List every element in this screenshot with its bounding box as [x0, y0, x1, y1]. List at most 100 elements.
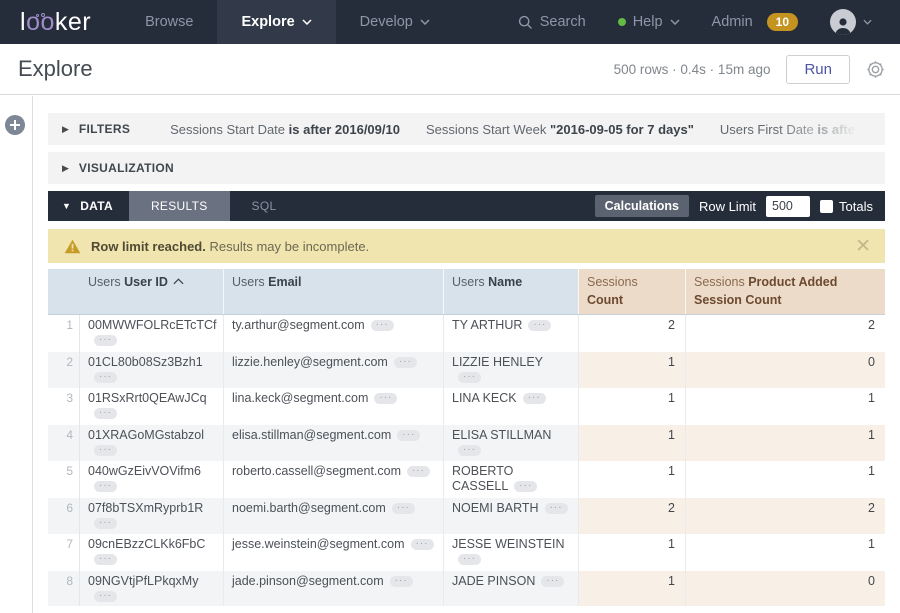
cell-name[interactable]: ELISA STILLMAN···: [443, 425, 578, 462]
nav-item-browse[interactable]: Browse: [121, 0, 217, 44]
chevron-down-icon: [863, 19, 872, 25]
cell-count[interactable]: 1: [578, 571, 685, 607]
cell-count[interactable]: 1: [578, 425, 685, 462]
cell-name[interactable]: LINA KECK···: [443, 388, 578, 425]
nav-search[interactable]: Search: [504, 14, 600, 30]
cell-menu-icon[interactable]: ···: [94, 445, 117, 456]
cell-count[interactable]: 1: [578, 352, 685, 389]
run-button[interactable]: Run: [786, 55, 850, 84]
cell-menu-icon[interactable]: ···: [94, 591, 117, 602]
cell-menu-icon[interactable]: ···: [374, 393, 397, 404]
column-name: Email: [268, 275, 301, 289]
cell-product-added[interactable]: 2: [685, 315, 885, 352]
table-row: 7 09cnEBzzCLKk6FbC··· jesse.weinstein@se…: [48, 534, 885, 571]
cell-product-added[interactable]: 1: [685, 461, 885, 498]
cell-menu-icon[interactable]: ···: [545, 503, 568, 514]
cell-menu-icon[interactable]: ···: [394, 357, 417, 368]
cell-count[interactable]: 2: [578, 498, 685, 535]
cell-count[interactable]: 1: [578, 388, 685, 425]
cell-user-id[interactable]: 09cnEBzzCLKk6FbC···: [80, 534, 223, 571]
cell-name[interactable]: JESSE WEINSTEIN···: [443, 534, 578, 571]
cell-product-added[interactable]: 1: [685, 534, 885, 571]
column-header-count[interactable]: Sessions Count: [578, 269, 685, 314]
cell-menu-icon[interactable]: ···: [94, 554, 117, 565]
gear-icon[interactable]: [866, 60, 885, 79]
cell-product-added[interactable]: 1: [685, 425, 885, 462]
cell-name[interactable]: ROBERTO CASSELL···: [443, 461, 578, 498]
cell-name[interactable]: TY ARTHUR···: [443, 315, 578, 352]
cell-count[interactable]: 2: [578, 315, 685, 352]
cell-user-id[interactable]: 07f8bTSXmRyprb1R···: [80, 498, 223, 535]
cell-menu-icon[interactable]: ···: [397, 430, 420, 441]
cell-menu-icon[interactable]: ···: [94, 408, 117, 419]
data-section-toggle[interactable]: ▼ DATA: [48, 191, 129, 221]
cell-menu-icon[interactable]: ···: [411, 539, 434, 550]
filter-item[interactable]: Sessions Start Date is after 2016/09/10: [170, 122, 400, 137]
cell-user-id[interactable]: 01RSxRrt0QEAwJCq···: [80, 388, 223, 425]
nav-admin[interactable]: Admin 10: [698, 13, 812, 31]
nav-help[interactable]: Help: [604, 14, 694, 30]
column-header-email[interactable]: Users Email: [223, 269, 443, 314]
cell-email[interactable]: lina.keck@segment.com···: [223, 388, 443, 425]
cell-menu-icon[interactable]: ···: [94, 481, 117, 492]
cell-user-id[interactable]: 00MWWFOLRcETcTCf···: [80, 315, 223, 352]
column-group: Users: [452, 275, 485, 289]
cell-menu-icon[interactable]: ···: [514, 481, 537, 492]
row-number: 2: [48, 352, 80, 389]
cell-product-added[interactable]: 0: [685, 352, 885, 389]
nav-account-menu[interactable]: [816, 9, 886, 35]
cell-count[interactable]: 1: [578, 534, 685, 571]
cell-menu-icon[interactable]: ···: [371, 320, 394, 331]
collapse-arrow-icon: ▶: [62, 124, 69, 135]
add-panel-button[interactable]: [5, 115, 25, 135]
row-limit-input[interactable]: [766, 196, 810, 217]
cell-user-id[interactable]: 040wGzEivVOVifm6···: [80, 461, 223, 498]
cell-menu-icon[interactable]: ···: [458, 445, 481, 456]
visualization-section-bar[interactable]: ▶ VISUALIZATION: [48, 152, 885, 184]
totals-checkbox[interactable]: [820, 200, 833, 213]
cell-menu-icon[interactable]: ···: [541, 576, 564, 587]
cell-product-added[interactable]: 0: [685, 571, 885, 607]
cell-email[interactable]: noemi.barth@segment.com···: [223, 498, 443, 535]
column-header-user-id[interactable]: Users User ID: [80, 269, 223, 314]
nav-label-browse: Browse: [145, 14, 193, 30]
cell-email[interactable]: jade.pinson@segment.com···: [223, 571, 443, 607]
calculations-button[interactable]: Calculations: [595, 195, 689, 217]
cell-name[interactable]: JADE PINSON···: [443, 571, 578, 607]
cell-email[interactable]: lizzie.henley@segment.com···: [223, 352, 443, 389]
cell-product-added[interactable]: 1: [685, 388, 885, 425]
close-icon[interactable]: ✕: [855, 237, 871, 256]
looker-logo[interactable]: looker: [0, 0, 121, 44]
cell-menu-icon[interactable]: ···: [94, 372, 117, 383]
cell-menu-icon[interactable]: ···: [523, 393, 546, 404]
cell-user-id[interactable]: 01CL80b08Sz3Bzh1···: [80, 352, 223, 389]
column-header-name[interactable]: Users Name: [443, 269, 578, 314]
cell-menu-icon[interactable]: ···: [94, 335, 117, 346]
cell-count[interactable]: 1: [578, 461, 685, 498]
cell-menu-icon[interactable]: ···: [528, 320, 551, 331]
cell-name[interactable]: LIZZIE HENLEY···: [443, 352, 578, 389]
nav-item-explore[interactable]: Explore: [217, 0, 335, 44]
filter-item[interactable]: Sessions Start Week "2016-09-05 for 7 da…: [426, 122, 694, 137]
cell-user-id[interactable]: 01XRAGoMGstabzol···: [80, 425, 223, 462]
cell-email[interactable]: ty.arthur@segment.com···: [223, 315, 443, 352]
cell-email[interactable]: elisa.stillman@segment.com···: [223, 425, 443, 462]
tab-results[interactable]: RESULTS: [129, 191, 230, 221]
cell-menu-icon[interactable]: ···: [407, 466, 430, 477]
cell-email[interactable]: jesse.weinstein@segment.com···: [223, 534, 443, 571]
cell-menu-icon[interactable]: ···: [390, 576, 413, 587]
page-title: Explore: [18, 56, 93, 82]
nav-item-develop[interactable]: Develop: [336, 0, 454, 44]
cell-menu-icon[interactable]: ···: [94, 518, 117, 529]
cell-email[interactable]: roberto.cassell@segment.com···: [223, 461, 443, 498]
filters-section-bar[interactable]: ▶ FILTERS Sessions Start Date is after 2…: [48, 113, 885, 145]
cell-name[interactable]: NOEMI BARTH···: [443, 498, 578, 535]
totals-toggle[interactable]: Totals: [820, 199, 873, 214]
cell-user-id[interactable]: 09NGVtjPfLPkqxMy···: [80, 571, 223, 607]
cell-menu-icon[interactable]: ···: [392, 503, 415, 514]
cell-menu-icon[interactable]: ···: [458, 372, 481, 383]
column-header-product-added[interactable]: Sessions Product Added Session Count: [685, 269, 885, 314]
tab-sql[interactable]: SQL: [230, 191, 299, 221]
cell-product-added[interactable]: 2: [685, 498, 885, 535]
cell-menu-icon[interactable]: ···: [458, 554, 481, 565]
